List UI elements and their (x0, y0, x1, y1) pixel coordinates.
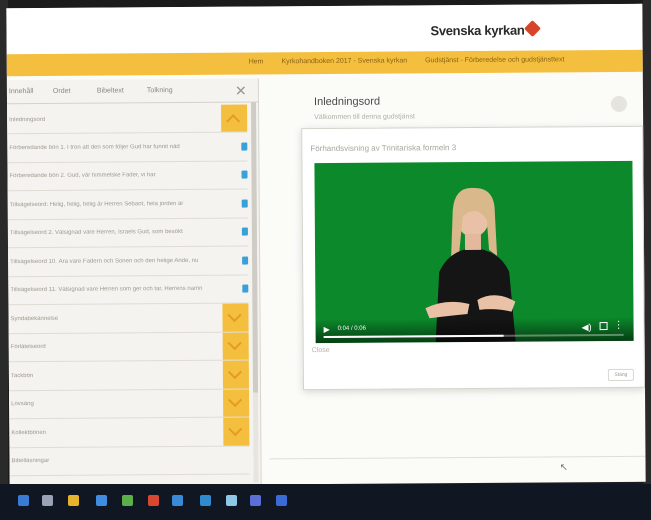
mouse-cursor-icon: ↖ (559, 462, 568, 474)
list-item[interactable]: Kollektbönen (9, 417, 250, 448)
video-progress-bar[interactable] (323, 333, 624, 339)
brand-cross-icon (524, 20, 541, 38)
start-icon[interactable] (18, 495, 29, 506)
close-dialog-button[interactable]: Stäng (607, 368, 634, 382)
pencil-icon[interactable] (242, 256, 249, 265)
video-player[interactable]: ▶ 0:04 / 0:06 ◀) ⋮ (314, 160, 634, 344)
chevron-down-icon[interactable] (223, 389, 250, 417)
top-bar: Svenska kyrkan (6, 3, 643, 55)
tab-ordet[interactable]: Ordet (53, 88, 71, 95)
video-progress-fill (323, 334, 504, 339)
list-item-label: Förlåtelseord (10, 344, 46, 351)
pencil-icon[interactable] (241, 227, 248, 236)
gear-icon[interactable] (610, 95, 628, 113)
video-controls: ▶ 0:04 / 0:06 ◀) ⋮ (315, 316, 634, 344)
breadcrumb: Hem Kyrkohandboken 2017 - Svenska kyrkan… (249, 56, 581, 65)
list-item[interactable]: Inledningsord (7, 104, 248, 135)
chevron-down-icon[interactable] (222, 360, 249, 389)
breadcrumb-item[interactable]: Hem (249, 58, 264, 65)
file-explorer-icon[interactable] (96, 495, 107, 506)
list-item-label: Inledningsord (9, 116, 46, 123)
list-item-label: Tillsägelseord 2. Välsignad vare Herren,… (9, 229, 183, 237)
list-item[interactable]: Bibelläsningar (9, 446, 250, 477)
pencil-icon[interactable] (242, 284, 249, 293)
pencil-icon[interactable] (241, 142, 248, 151)
tab-innehall[interactable]: Innehåll (9, 88, 34, 95)
tab-bibeltext[interactable]: Bibeltext (97, 87, 124, 94)
pencil-icon[interactable] (241, 199, 248, 208)
chevron-up-icon[interactable] (221, 104, 248, 132)
search-icon[interactable] (42, 495, 53, 506)
brand-logo-text[interactable]: Svenska kyrkan (430, 23, 524, 39)
list-item-label: Syndabekännelse (10, 315, 59, 322)
edge-icon[interactable] (122, 495, 133, 506)
breadcrumb-item[interactable]: Kyrkohandboken 2017 - Svenska kyrkan (281, 57, 407, 65)
settings-icon[interactable] (276, 495, 287, 506)
content-title: Inledningsord (313, 95, 381, 109)
list-item[interactable]: Tackbön (8, 360, 250, 391)
list-item[interactable]: Syndabekännelse (8, 303, 249, 334)
scrollbar-thumb[interactable] (251, 102, 259, 393)
list-item[interactable]: Tillsägelseord 11. Välsignad vare Herren… (8, 275, 249, 306)
list-item[interactable]: Tillsägelseord 2. Välsignad vare Herren,… (7, 218, 249, 249)
chevron-down-icon[interactable] (222, 303, 249, 332)
chrome-icon[interactable] (148, 495, 159, 506)
breadcrumb-item[interactable]: Gudstjänst - Förberedelse och gudstjänst… (425, 56, 564, 64)
list-item-label: Tillsägelseord 11. Välsignad vare Herren… (10, 286, 203, 294)
list-item[interactable]: Tillsägelseord 10. Ära vare Fadern och S… (8, 246, 249, 277)
list-item[interactable]: Förlåtelseord (8, 332, 249, 363)
list-item-label: Förberedande bön 2. Gud, vår himmelske F… (9, 172, 156, 180)
pencil-icon[interactable] (241, 170, 248, 179)
list-item-label: Lovsång (11, 401, 34, 408)
video-preview-dialog: Förhandsvisning av Trinitariska formeln … (301, 125, 646, 391)
taskbar (0, 484, 651, 520)
content-subtitle: Välkommen till denna gudstjänst (314, 113, 415, 122)
dialog-caption: Close (311, 346, 330, 355)
app-screen: Svenska kyrkan Hem Kyrkohandboken 2017 -… (6, 3, 646, 487)
task-view-icon[interactable] (68, 495, 79, 506)
breadcrumb-bar: Hem Kyrkohandboken 2017 - Svenska kyrkan… (6, 49, 643, 77)
mail-icon[interactable] (200, 495, 211, 506)
list-item-label: Tillsägelseord: Helig, helig, helig är H… (9, 200, 184, 208)
volume-icon[interactable]: ◀) (582, 322, 592, 333)
dialog-title: Förhandsvisning av Trinitariska formeln … (310, 143, 457, 154)
list-item-label: Bibelläsningar (11, 458, 50, 465)
photos-icon[interactable] (226, 495, 237, 506)
close-icon[interactable]: ✕ (235, 83, 247, 100)
video-time: 0:04 / 0:06 (337, 325, 366, 332)
tab-tolkning[interactable]: Tolkning (147, 87, 173, 94)
list-item-label: Kollektbönen (11, 429, 47, 436)
store-icon[interactable] (172, 495, 183, 506)
list-item-label: Förberedande bön 1. I tron att den som f… (9, 143, 180, 151)
more-options-icon[interactable]: ⋮ (614, 320, 624, 331)
list-item[interactable]: Förberedande bön 1. I tron att den som f… (7, 132, 248, 163)
teams-icon[interactable] (250, 495, 261, 506)
play-icon[interactable]: ▶ (324, 325, 330, 334)
scrollbar[interactable] (251, 102, 259, 483)
list-item-label: Tackbön (10, 372, 34, 379)
list-item[interactable]: Tillsägelseord: Helig, helig, helig är H… (7, 189, 248, 220)
list-item-label: Tillsägelseord 10. Ära vare Fadern och S… (10, 257, 199, 265)
list-item[interactable]: Lovsång (9, 389, 250, 420)
chevron-down-icon[interactable] (223, 417, 250, 446)
list-item[interactable]: Förberedande bön 2. Gud, vår himmelske F… (7, 161, 248, 192)
chevron-down-icon[interactable] (222, 332, 249, 360)
panel-tabs: Innehåll Ordet Bibeltext Tolkning ✕ (6, 78, 260, 105)
side-panel: Innehåll Ordet Bibeltext Tolkning ✕ Inle… (6, 78, 262, 487)
divider (269, 455, 646, 460)
fullscreen-icon[interactable] (599, 322, 608, 331)
